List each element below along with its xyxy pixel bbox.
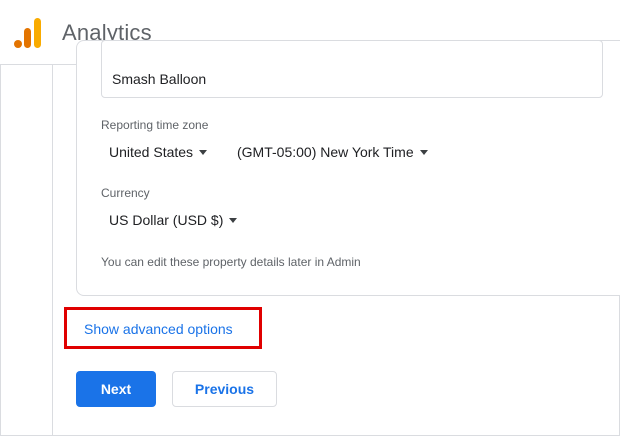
left-rail-divider (52, 65, 53, 436)
caret-down-icon (419, 149, 428, 155)
currency-value: US Dollar (USD $) (109, 212, 224, 228)
google-analytics-logo-icon (14, 18, 42, 48)
timezone-select[interactable]: (GMT-05:00) New York Time (237, 144, 428, 160)
property-name-input[interactable] (112, 71, 532, 87)
caret-down-icon (199, 149, 208, 155)
timezone-country-value: United States (109, 144, 194, 160)
next-button[interactable]: Next (76, 371, 156, 407)
property-name-field[interactable] (101, 40, 603, 98)
edit-later-hint: You can edit these property details late… (101, 255, 361, 269)
currency-select[interactable]: US Dollar (USD $) (109, 212, 238, 228)
timezone-country-select[interactable]: United States (109, 144, 208, 160)
timezone-label: Reporting time zone (101, 118, 209, 132)
show-advanced-options-link[interactable]: Show advanced options (84, 321, 233, 337)
caret-down-icon (229, 217, 238, 223)
previous-button[interactable]: Previous (172, 371, 277, 407)
timezone-value: (GMT-05:00) New York Time (237, 144, 414, 160)
currency-label: Currency (101, 186, 150, 200)
